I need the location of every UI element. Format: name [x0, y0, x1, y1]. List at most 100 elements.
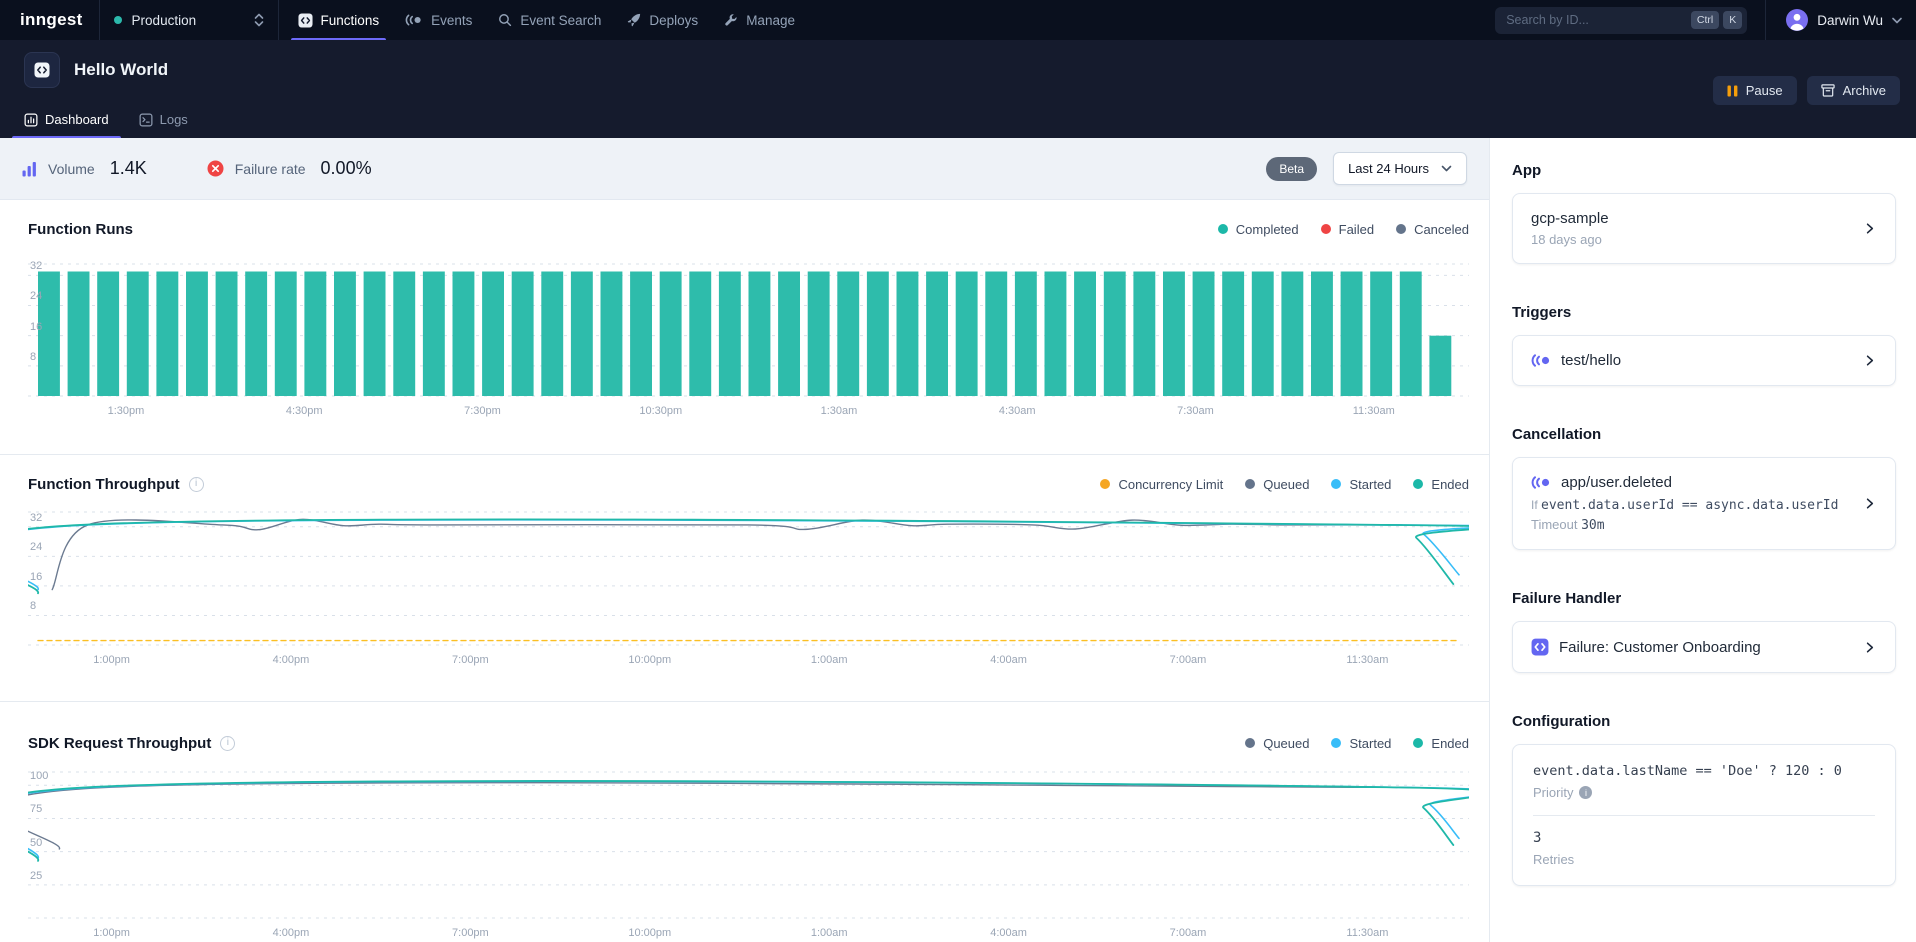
nav-item-label: Deploys — [649, 13, 698, 28]
chart-title: Function Runs — [28, 221, 133, 238]
nav-item-event-search[interactable]: Event Search — [485, 0, 614, 40]
function-icon — [24, 52, 60, 88]
cancellation-heading: Cancellation — [1512, 426, 1896, 443]
legend-dot — [1413, 738, 1423, 748]
nav-item-label: Functions — [321, 13, 380, 28]
nav-item-deploys[interactable]: Deploys — [614, 0, 711, 40]
tab-dashboard[interactable]: Dashboard — [24, 112, 109, 138]
x-axis-label: 7:00pm — [452, 927, 489, 939]
info-icon[interactable]: i — [189, 477, 204, 492]
event-trigger-icon — [1531, 476, 1551, 489]
info-icon[interactable]: i — [220, 736, 235, 751]
legend-item[interactable]: Failed — [1321, 222, 1374, 237]
failure-rate-label: Failure rate — [235, 161, 306, 177]
page: inngest Production Functions Events Even… — [0, 0, 1916, 942]
x-axis-label: 4:30am — [999, 405, 1036, 417]
global-search[interactable]: Ctrl K — [1495, 7, 1747, 34]
environment-selector[interactable]: Production — [100, 0, 278, 40]
header-tabs: Dashboard Logs — [24, 112, 188, 138]
volume-value: 1.4K — [110, 158, 147, 179]
archive-icon — [1821, 84, 1835, 97]
volume-stat: Volume 1.4K — [22, 158, 147, 179]
pause-button[interactable]: Pause — [1713, 76, 1797, 105]
nav-items: Functions Events Event Search Deploys Ma… — [285, 0, 808, 40]
pause-icon — [1727, 85, 1738, 97]
volume-bars-icon — [22, 161, 37, 177]
legend-item[interactable]: Canceled — [1396, 222, 1469, 237]
event-trigger-icon — [1531, 354, 1551, 367]
legend-item[interactable]: Started — [1331, 736, 1391, 751]
legend-dot — [1100, 479, 1110, 489]
nav-item-manage[interactable]: Manage — [711, 0, 808, 40]
x-axis-label: 1:30am — [821, 405, 858, 417]
x-axis-label: 7:30pm — [464, 405, 501, 417]
x-axis-label: 10:30pm — [639, 405, 682, 417]
tab-logs[interactable]: Logs — [139, 112, 188, 138]
header-actions: Pause Archive — [1713, 76, 1900, 105]
top-nav: inngest Production Functions Events Even… — [0, 0, 1916, 40]
y-axis-label: 25 — [30, 870, 42, 882]
chevron-right-icon — [1862, 221, 1877, 236]
x-axis-label: 7:30am — [1177, 405, 1214, 417]
priority-label: Priority — [1533, 785, 1573, 800]
y-axis-label: 8 — [30, 351, 36, 363]
legend-dot — [1331, 479, 1341, 489]
y-axis-label: 50 — [30, 837, 42, 849]
condition-expression: event.data.userId == async.data.userId — [1541, 498, 1838, 513]
search-input[interactable] — [1506, 13, 1687, 27]
configuration-heading: Configuration — [1512, 713, 1896, 730]
y-axis-label: 8 — [30, 600, 36, 612]
time-range-dropdown[interactable]: Last 24 Hours — [1333, 152, 1467, 185]
nav-item-events[interactable]: Events — [392, 0, 485, 40]
details-sidebar: App gcp-sample 18 days ago Triggers test… — [1490, 138, 1916, 942]
legend-item[interactable]: Started — [1331, 477, 1391, 492]
x-axis-label: 4:00am — [990, 927, 1027, 939]
function-header: Hello World Pause Archive Dashboard Logs — [0, 40, 1916, 138]
legend-item[interactable]: Completed — [1218, 222, 1299, 237]
sdk-throughput-section: SDK Request Throughput i QueuedStartedEn… — [0, 702, 1489, 942]
volume-label: Volume — [48, 161, 95, 177]
x-axis-label: 1:00pm — [93, 654, 130, 666]
chart-title: Function Throughput — [28, 476, 180, 493]
x-axis-label: 1:00pm — [93, 927, 130, 939]
search-icon — [498, 13, 512, 27]
stats-bar: Volume 1.4K Failure rate 0.00% Beta Last… — [0, 138, 1489, 200]
legend-dot — [1331, 738, 1341, 748]
nav-item-label: Event Search — [520, 13, 601, 28]
chevron-down-icon — [1892, 17, 1902, 24]
legend-dot — [1245, 738, 1255, 748]
app-card[interactable]: gcp-sample 18 days ago — [1512, 193, 1896, 264]
cancellation-card[interactable]: app/user.deleted If event.data.userId ==… — [1512, 457, 1896, 550]
rocket-icon — [627, 13, 641, 27]
logs-icon — [139, 113, 153, 127]
nav-item-functions[interactable]: Functions — [285, 0, 393, 40]
chart-legend: Concurrency Limit Queued Started Ended — [1100, 477, 1469, 492]
chart-plot: 8162432 — [28, 510, 1469, 647]
chart-plot: 255075100 — [28, 770, 1469, 920]
y-axis-label: 32 — [30, 512, 42, 524]
trigger-card[interactable]: test/hello — [1512, 335, 1896, 386]
failure-handler-card[interactable]: Failure: Customer Onboarding — [1512, 621, 1896, 673]
configuration-card: event.data.lastName == 'Doe' ? 120 : 0 P… — [1512, 744, 1896, 886]
function-runs-section: Function Runs Completed Failed Canceled 8 1… — [0, 200, 1489, 455]
timeout-label: Timeout — [1531, 517, 1577, 532]
x-axis-label: 1:00am — [811, 654, 848, 666]
legend-item[interactable]: Queued — [1245, 736, 1309, 751]
beta-badge: Beta — [1266, 157, 1317, 181]
user-menu[interactable]: Darwin Wu — [1765, 0, 1902, 40]
info-icon[interactable]: i — [1579, 786, 1592, 799]
avatar — [1786, 9, 1808, 31]
cancellation-event-name: app/user.deleted — [1561, 474, 1672, 491]
legend-item[interactable]: Queued — [1245, 477, 1309, 492]
legend-item[interactable]: Concurrency Limit — [1100, 477, 1223, 492]
user-name: Darwin Wu — [1817, 13, 1883, 28]
inngest-logo[interactable]: inngest — [20, 10, 83, 30]
environment-status-dot — [114, 16, 122, 24]
legend-item[interactable]: Ended — [1413, 477, 1469, 492]
legend-item[interactable]: Ended — [1413, 736, 1469, 751]
archive-button[interactable]: Archive — [1807, 76, 1900, 105]
divider — [1533, 815, 1875, 816]
failure-icon — [207, 160, 224, 177]
chevron-right-icon — [1862, 353, 1877, 368]
chart-x-axis: 1:00pm4:00pm7:00pm10:00pm1:00am4:00am7:0… — [28, 647, 1469, 669]
